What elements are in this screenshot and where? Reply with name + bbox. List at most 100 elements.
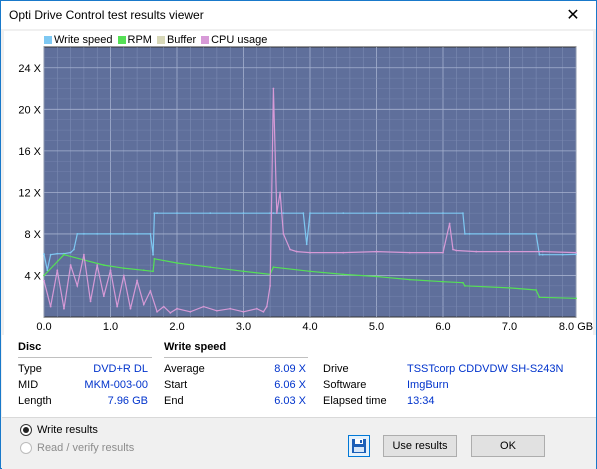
y-tick-label: 24 X [18, 63, 41, 75]
x-tick-label: 5.0 [369, 321, 384, 333]
ok-button[interactable]: OK [471, 435, 545, 457]
data-point [535, 233, 537, 235]
data-point [152, 270, 154, 273]
y-tick-label: 16 X [18, 146, 41, 158]
data-point [452, 248, 454, 251]
data-point [508, 250, 511, 253]
data-point [342, 212, 345, 215]
data-point [309, 212, 311, 215]
data-point [464, 233, 466, 235]
data-point [242, 270, 245, 273]
data-point [73, 248, 75, 251]
write-results-option[interactable]: Write results [20, 424, 98, 436]
close-button[interactable]: ✕ [550, 1, 596, 29]
results-info: Disc Type DVD+R DL MID MKM-003-00 Length… [2, 335, 596, 417]
y-tick-label: 12 X [18, 187, 41, 199]
data-point [375, 275, 378, 278]
data-point [265, 305, 268, 308]
data-point [309, 270, 311, 273]
legend-label-rpm: RPM [127, 34, 152, 46]
data-point [122, 274, 125, 277]
data-point [63, 307, 65, 310]
legend-swatch-rpm [117, 36, 126, 44]
data-point [342, 273, 345, 276]
elapsed-time-label: Elapsed time [323, 395, 387, 407]
data-point [455, 249, 458, 252]
read-verify-results-radio[interactable] [20, 442, 32, 454]
disc-mid-label: MID [18, 379, 39, 391]
data-point [541, 250, 544, 253]
use-results-button[interactable]: Use results [383, 435, 457, 457]
data-point [176, 262, 178, 264]
radio-selected-dot [23, 427, 29, 433]
legend-swatch-write-speed [44, 36, 52, 44]
data-point [96, 233, 99, 235]
read-verify-results-option[interactable]: Read / verify results [20, 442, 134, 454]
data-point [209, 266, 212, 269]
elapsed-time-value: 13:34 [407, 395, 435, 407]
data-point [561, 253, 564, 256]
legend-label-write-speed: Write speed [54, 34, 113, 46]
data-point [202, 305, 205, 308]
data-point [116, 305, 119, 308]
drive-label: Drive [323, 363, 349, 375]
data-point [408, 278, 411, 281]
read-verify-results-label: Read / verify results [37, 442, 135, 454]
x-tick-label: 0.0 [36, 321, 51, 333]
data-point [342, 251, 345, 254]
data-point [309, 251, 311, 254]
data-point [279, 191, 281, 194]
x-tick-label: 1.0 [103, 321, 118, 333]
data-point [216, 309, 218, 312]
client-area: 0.0 1.0 2.0 3.0 4.0 5.0 6.0 7.0 8.0 GB 4 X 8 X 12 X… [2, 29, 596, 469]
start-value: 6.06 X [274, 379, 306, 391]
data-point [56, 269, 59, 272]
data-point [189, 310, 192, 313]
disc-divider [18, 357, 152, 358]
x-tick-label: 6.0 [435, 321, 450, 333]
save-button[interactable] [348, 435, 370, 457]
data-point [442, 280, 444, 283]
data-point [89, 300, 92, 303]
data-point [375, 212, 378, 215]
data-point [272, 87, 275, 90]
data-point [272, 266, 275, 269]
data-point [136, 279, 139, 282]
y-tick-label: 8 X [24, 229, 41, 241]
data-point [508, 233, 511, 235]
window-title: Opti Drive Control test results viewer [9, 8, 204, 22]
data-point [282, 233, 285, 235]
disc-length-label: Length [18, 395, 52, 407]
end-value: 6.03 X [274, 395, 306, 407]
floppy-disk-icon [352, 439, 366, 453]
data-point [442, 251, 444, 254]
data-point [295, 250, 298, 253]
x-tick-label: 4.0 [302, 321, 317, 333]
data-point [76, 284, 79, 287]
data-point [109, 233, 112, 235]
data-point [408, 212, 411, 215]
data-point [149, 290, 152, 292]
data-point [69, 251, 72, 254]
drive-value: TSSTcorp CDDVDW SH-S243N [407, 363, 564, 375]
data-point [176, 212, 178, 215]
data-point [442, 212, 444, 215]
data-point [538, 253, 541, 256]
legend-item-rpm: RPM [117, 34, 152, 46]
data-point [156, 310, 158, 313]
data-point [462, 281, 464, 284]
x-tick-label: 2.0 [169, 321, 184, 333]
data-point [142, 303, 145, 306]
data-point [541, 253, 544, 256]
data-point [535, 289, 537, 291]
data-point [76, 233, 79, 235]
x-tick-label: 8.0 GB [559, 321, 593, 333]
write-results-radio[interactable] [20, 424, 32, 436]
data-point [375, 250, 378, 253]
data-point [83, 233, 85, 235]
data-point [209, 212, 212, 215]
chart-panel: 0.0 1.0 2.0 3.0 4.0 5.0 6.0 7.0 8.0 GB 4 X 8 X 12 X… [4, 31, 593, 335]
data-point [464, 284, 466, 287]
title-bar: Opti Drive Control test results viewer ✕ [1, 1, 596, 29]
data-point [255, 307, 258, 310]
